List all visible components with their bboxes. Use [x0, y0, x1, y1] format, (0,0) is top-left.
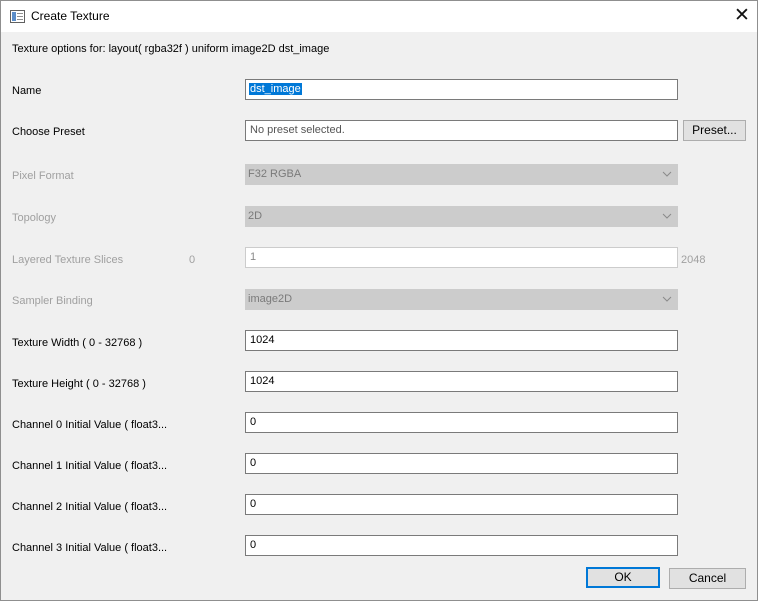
preset-field[interactable]: No preset selected.	[245, 120, 678, 141]
channel-0-value: 0	[250, 416, 257, 428]
topology-label: Topology	[12, 212, 57, 224]
channel-0-label: Channel 0 Initial Value ( float3...	[12, 419, 168, 431]
preset-button[interactable]: Preset...	[683, 120, 746, 141]
channel-2-label: Channel 2 Initial Value ( float3...	[12, 501, 168, 513]
chevron-down-icon	[662, 213, 672, 219]
texture-options-header: Texture options for: layout( rgba32f ) u…	[12, 43, 330, 55]
window-icon	[10, 10, 25, 23]
texture-width-value: 1024	[250, 334, 275, 346]
topology-value: 2D	[248, 210, 263, 222]
topology-select[interactable]: 2D	[245, 206, 678, 227]
title-bar[interactable]: Create Texture ✕	[1, 1, 757, 32]
texture-width-label: Texture Width ( 0 - 32768 )	[12, 337, 143, 349]
channel-1-value: 0	[250, 457, 257, 469]
channel-0-input[interactable]: 0	[245, 412, 678, 433]
sampler-binding-value: image2D	[248, 293, 293, 305]
choose-preset-label: Choose Preset	[12, 126, 85, 138]
name-input[interactable]: dst_image	[245, 79, 678, 100]
close-button[interactable]: ✕	[728, 2, 756, 31]
layered-slices-label: Layered Texture Slices	[12, 254, 124, 266]
channel-3-input[interactable]: 0	[245, 535, 678, 556]
pixel-format-value: F32 RGBA	[248, 168, 302, 180]
layered-slices-max: 2048	[681, 254, 706, 266]
layered-slices-slider[interactable]: 1	[245, 247, 678, 268]
chevron-down-icon	[662, 171, 672, 177]
channel-3-label: Channel 3 Initial Value ( float3...	[12, 542, 168, 554]
name-label: Name	[12, 85, 42, 97]
channel-2-input[interactable]: 0	[245, 494, 678, 515]
create-texture-dialog: Create Texture ✕ Texture options for: la…	[0, 0, 758, 601]
channel-2-value: 0	[250, 498, 257, 510]
ok-button[interactable]: OK	[586, 567, 660, 588]
layered-slices-value: 1	[250, 251, 257, 263]
texture-height-label: Texture Height ( 0 - 32768 )	[12, 378, 146, 390]
name-value: dst_image	[249, 83, 302, 95]
texture-width-input[interactable]: 1024	[245, 330, 678, 351]
pixel-format-label: Pixel Format	[12, 170, 74, 182]
sampler-binding-select[interactable]: image2D	[245, 289, 678, 310]
channel-3-value: 0	[250, 539, 257, 551]
window-title: Create Texture	[31, 9, 110, 23]
sampler-binding-label: Sampler Binding	[12, 295, 93, 307]
preset-placeholder: No preset selected.	[250, 124, 345, 136]
texture-height-value: 1024	[250, 375, 275, 387]
chevron-down-icon	[662, 296, 672, 302]
channel-1-label: Channel 1 Initial Value ( float3...	[12, 460, 168, 472]
layered-slices-min: 0	[189, 254, 196, 266]
texture-height-input[interactable]: 1024	[245, 371, 678, 392]
cancel-button[interactable]: Cancel	[669, 568, 746, 589]
channel-1-input[interactable]: 0	[245, 453, 678, 474]
pixel-format-select[interactable]: F32 RGBA	[245, 164, 678, 185]
